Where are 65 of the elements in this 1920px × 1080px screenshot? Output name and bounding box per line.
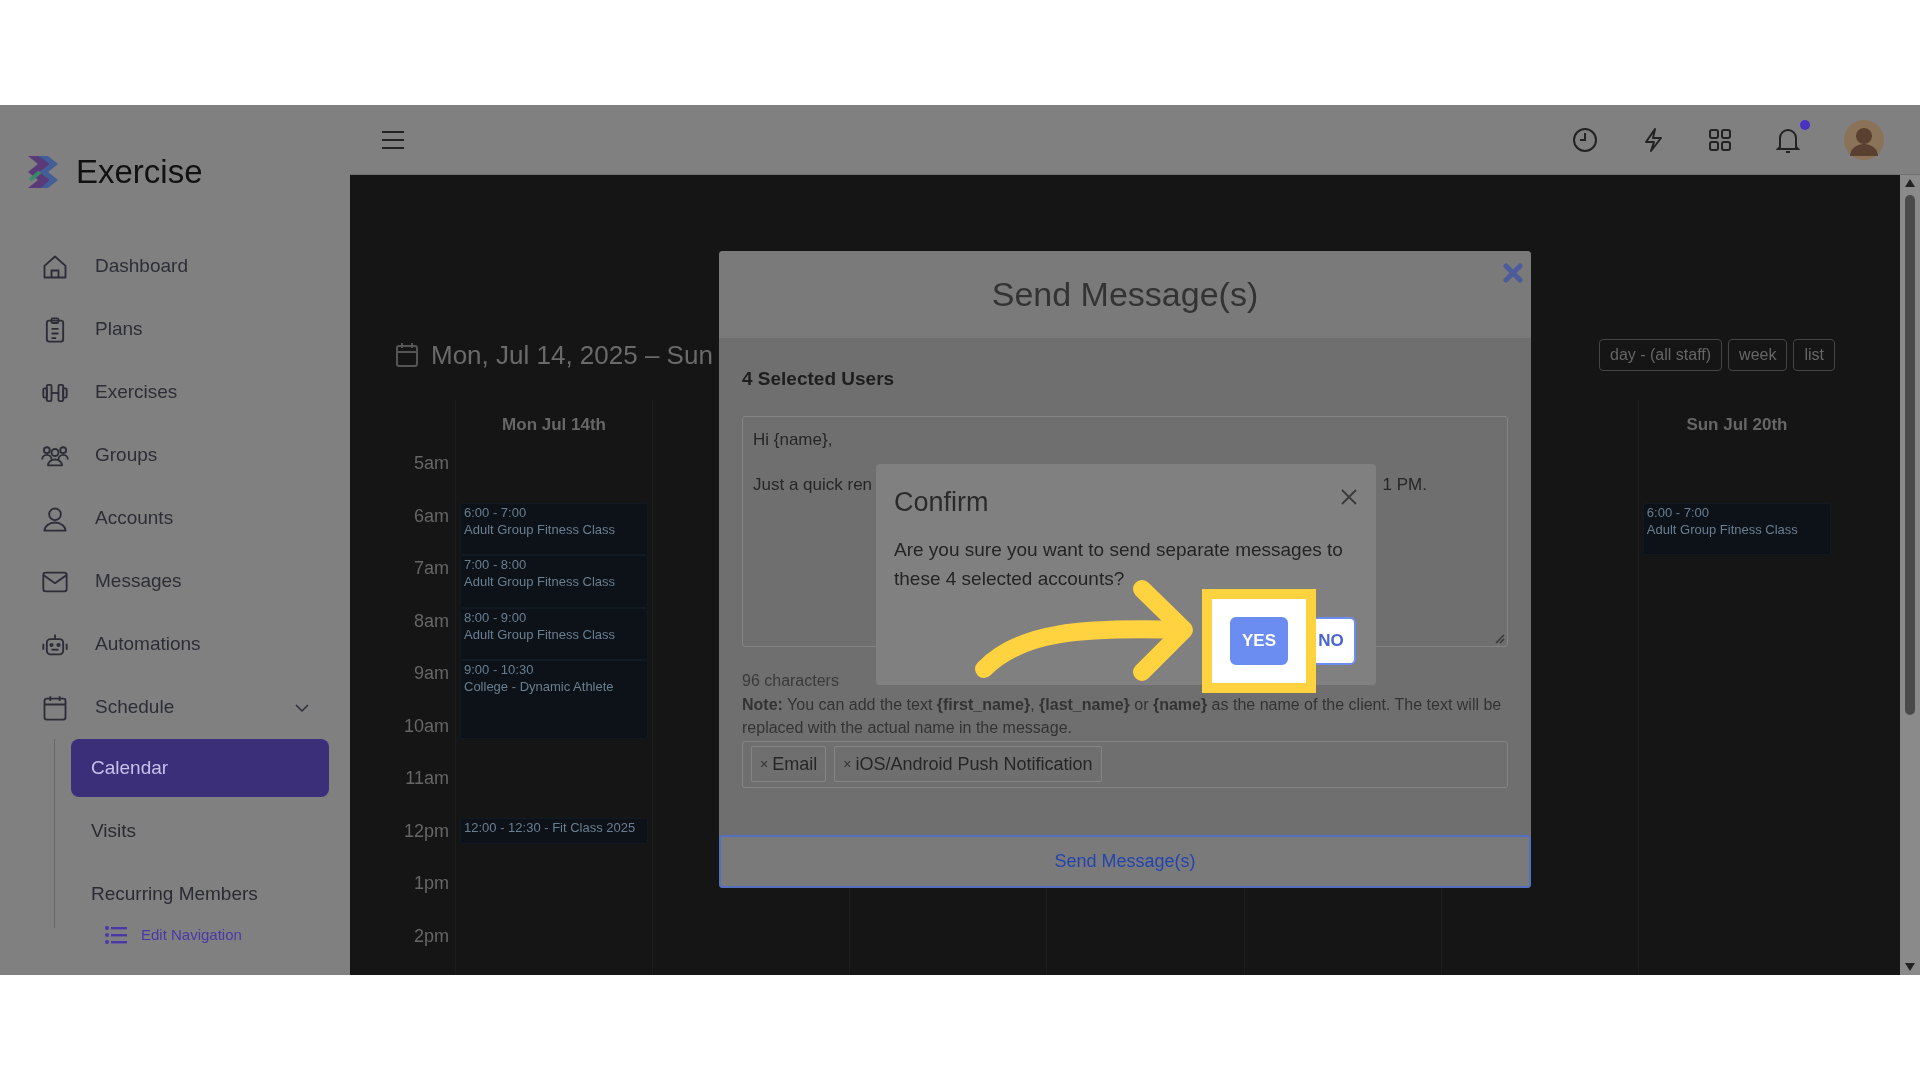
brand-name: Exercise	[76, 152, 203, 193]
sidebar-item[interactable]: Groups	[0, 424, 350, 487]
time-label: 10am	[403, 714, 449, 738]
sidebar-item[interactable]: Exercises	[0, 361, 350, 424]
selected-users-count: 4 Selected Users	[742, 367, 896, 391]
send-messages-button[interactable]: Send Message(s)	[719, 835, 1531, 888]
message-line: Hi {name},	[753, 428, 833, 451]
scroll-down-icon[interactable]	[1905, 963, 1915, 971]
close-icon[interactable]	[1340, 488, 1358, 506]
resize-handle-icon[interactable]	[1495, 633, 1505, 644]
sidebar-item[interactable]: Plans	[0, 298, 350, 361]
time-label: 6am	[414, 504, 449, 528]
channel-tag[interactable]: × Email	[751, 746, 827, 782]
event-block[interactable]: 7:00 - 8:00 Adult Group Fitness Class	[460, 555, 649, 608]
day-header: Sun Jul 20th	[1686, 414, 1788, 437]
avatar[interactable]	[1844, 119, 1884, 160]
confirm-button[interactable]: YES	[1229, 617, 1288, 665]
time-label: 12pm	[403, 819, 449, 843]
sidebar-item[interactable]: Automations	[0, 613, 350, 676]
dialog-title: Send Message(s)	[991, 274, 1259, 315]
tag-label: Email	[772, 752, 818, 776]
sidebar-item[interactable]: Schedule	[0, 676, 350, 739]
day-header: Mon Jul 14th	[502, 414, 606, 437]
channels-field[interactable]: × Email × iOS/Android Push Notification	[742, 740, 1508, 788]
event-block[interactable]: 9:00 - 10:30 College - Dynamic Athlete	[460, 660, 649, 739]
sidebar-item[interactable]: Messages	[0, 550, 350, 613]
date-range-title: Mon, Jul 14, 2025 – Sun	[431, 338, 713, 372]
remove-icon[interactable]: ×	[760, 753, 769, 775]
sidebar-subitem[interactable]: Recurring Members	[71, 865, 329, 923]
remove-icon[interactable]: ×	[843, 753, 852, 775]
scroll-up-icon[interactable]	[1905, 179, 1915, 187]
confirm-message: Are you sure you want to send separate messages to these 4 selected accounts?	[894, 537, 1344, 591]
message-line: Just a quick ren	[753, 474, 873, 496]
clock-icon[interactable]	[1572, 126, 1598, 153]
time-label: 8am	[414, 609, 449, 633]
event-block[interactable]: 12:00 - 12:30 - Fit Class 2025	[460, 817, 649, 844]
edit-navigation-link[interactable]: Edit Navigation	[105, 924, 350, 947]
time-label: 5am	[414, 452, 449, 475]
time-label: 11am	[405, 767, 449, 790]
sidebar-item[interactable]: Dashboard	[0, 235, 350, 298]
chevron-icon[interactable]	[294, 702, 310, 713]
event-block[interactable]: 6:00 - 7:00 Adult Group Fitness Class	[1642, 502, 1831, 555]
grid-icon[interactable]	[1708, 127, 1732, 152]
note-text: Note: You can add the text {first_name}, {last_name} or {name} as the name of the client. The text will be replaced with the actual name in the message.	[742, 694, 1503, 738]
event-block[interactable]: 6:00 - 7:00 Adult Group Fitness Class	[460, 502, 649, 555]
lightning-icon[interactable]	[1642, 126, 1664, 153]
channel-tag[interactable]: × iOS/Android Push Notification	[834, 746, 1102, 782]
event-block[interactable]: 8:00 - 9:00 Adult Group Fitness Class	[460, 607, 649, 660]
sidebar-item[interactable]: Accounts	[0, 487, 350, 550]
sidebar-subitem[interactable]: Visits	[71, 802, 329, 860]
calendar-icon	[395, 342, 419, 368]
list-icon	[105, 926, 127, 945]
dialog-title: Confirm	[894, 486, 989, 519]
view-button[interactable]: week	[1728, 339, 1788, 371]
tag-label: iOS/Android Push Notification	[855, 752, 1093, 776]
scrollbar-thumb[interactable]	[1905, 195, 1915, 715]
time-label: 2pm	[414, 924, 449, 948]
time-label: 7am	[414, 557, 449, 580]
time-label: 1pm	[414, 872, 449, 895]
message-line: 1 PM.	[1382, 474, 1427, 496]
menu-icon[interactable]	[380, 128, 406, 151]
time-label: 9am	[414, 662, 449, 685]
view-button[interactable]: list	[1793, 339, 1835, 371]
view-button[interactable]: day - (all staff)	[1599, 339, 1723, 371]
sidebar-subitem[interactable]: Calendar	[71, 739, 329, 797]
